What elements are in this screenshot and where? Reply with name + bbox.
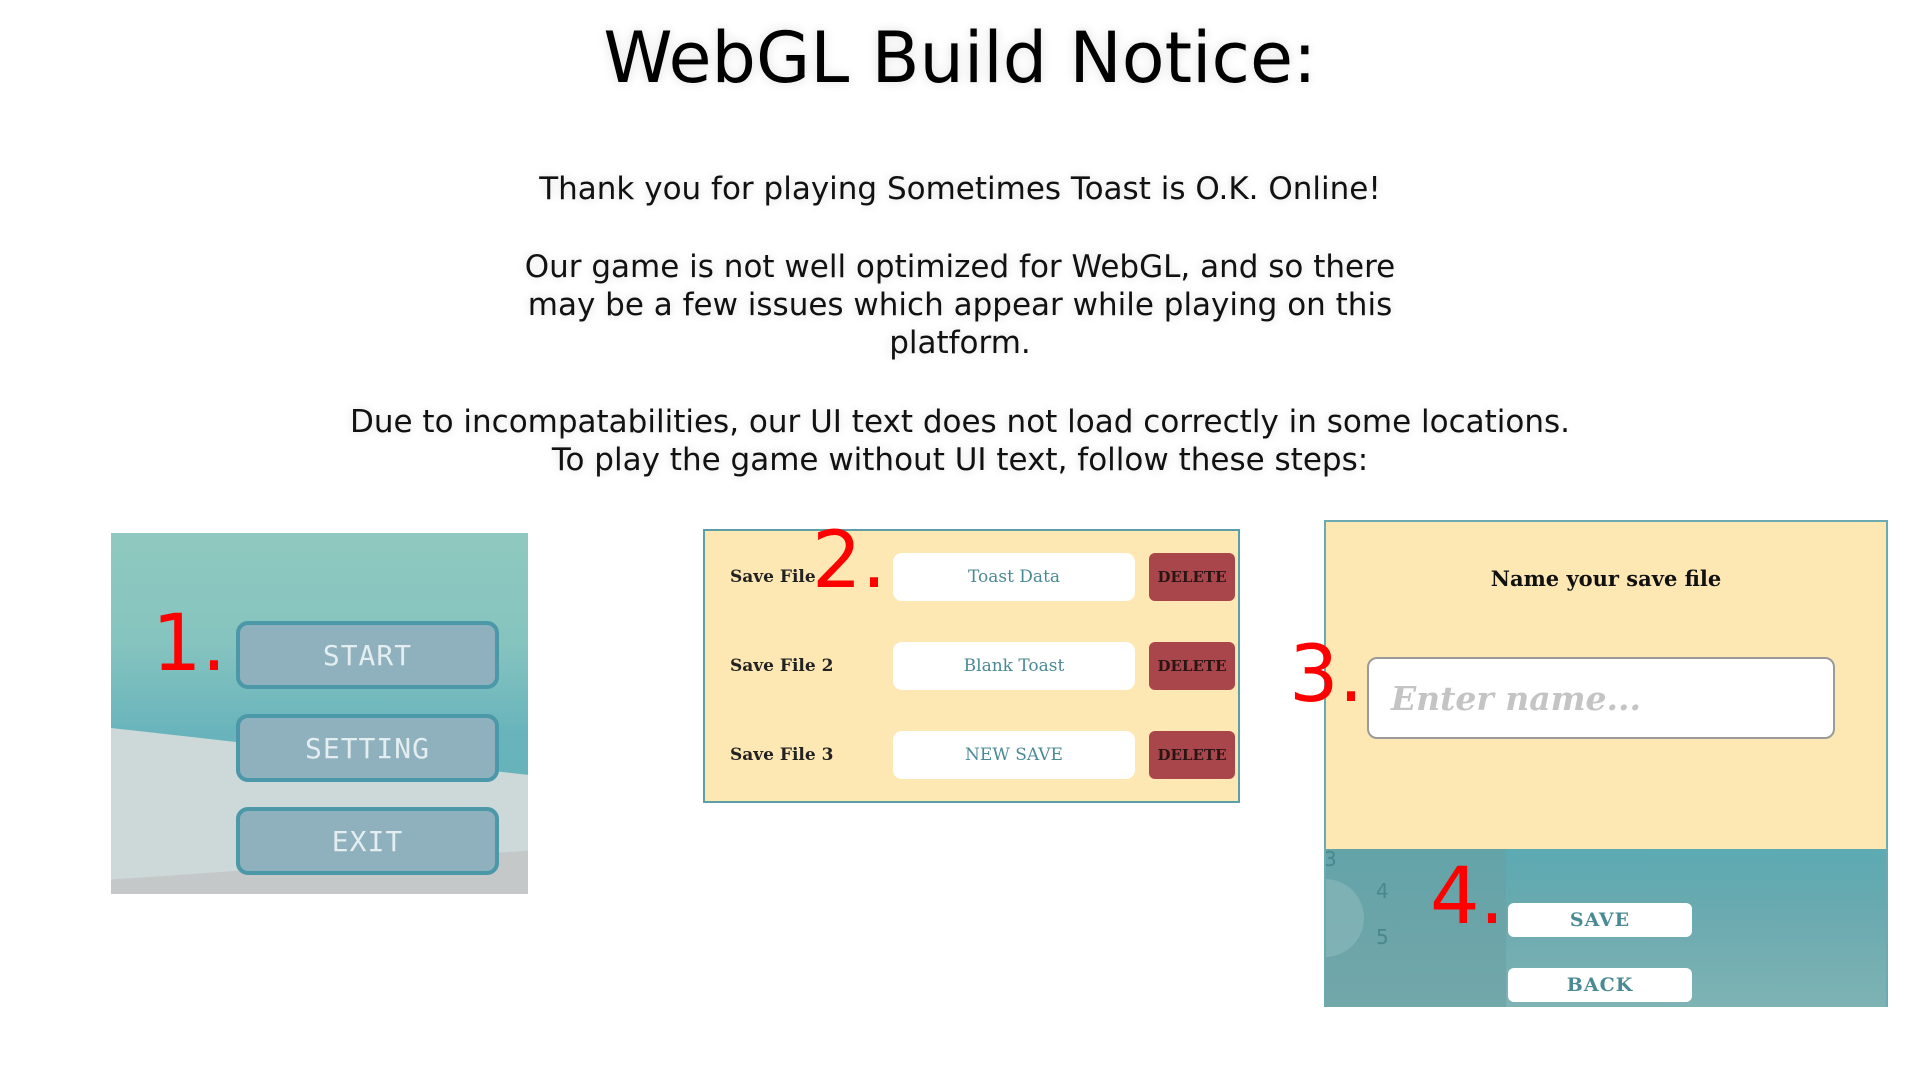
save-slot-button[interactable]: Blank Toast [893, 642, 1135, 690]
save-row: Save File 3 NEW SAVE DELETE [705, 731, 1238, 781]
save-slot-button[interactable]: Toast Data [893, 553, 1135, 601]
optimization-line: Our game is not well optimized for WebGL… [524, 249, 1396, 285]
step-number-1: 1. [152, 599, 227, 689]
background-digit: 3 [1324, 847, 1337, 871]
incompatibility-paragraph: Due to incompatabilities, our UI text do… [0, 403, 1920, 479]
notice-title: WebGL Build Notice: [603, 17, 1317, 99]
delete-button[interactable]: DELETE [1149, 731, 1235, 779]
step-number-4: 4. [1430, 852, 1505, 942]
exit-button[interactable]: EXIT [236, 807, 499, 875]
thanks-paragraph: Thank you for playing Sometimes Toast is… [539, 171, 1381, 207]
optimization-line: may be a few issues which appear while p… [527, 287, 1393, 323]
name-save-screenshot: Name your save file Enter name... 3 4 5 … [1324, 520, 1888, 1007]
main-menu-screenshot: START SETTING EXIT [111, 533, 528, 894]
optimization-paragraph: Our game is not well optimized for WebGL… [0, 248, 1920, 362]
step-number-2: 2. [812, 516, 887, 606]
name-dialog: Name your save file Enter name... [1326, 522, 1886, 849]
save-row: Save File 2 Blank Toast DELETE [705, 642, 1238, 692]
save-name-input[interactable]: Enter name... [1367, 657, 1835, 739]
back-button[interactable]: BACK [1508, 968, 1692, 1002]
save-files-screenshot: Save File Toast Data DELETE Save File 2 … [703, 529, 1240, 803]
save-file-label: Save File 2 [730, 656, 834, 676]
background-digit: 5 [1376, 925, 1389, 949]
delete-button[interactable]: DELETE [1149, 553, 1235, 601]
step-number-3: 3. [1289, 630, 1364, 720]
save-row: Save File Toast Data DELETE [705, 553, 1238, 603]
new-save-button[interactable]: NEW SAVE [893, 731, 1135, 779]
save-file-label: Save File [730, 567, 816, 587]
delete-button[interactable]: DELETE [1149, 642, 1235, 690]
incompatibility-line: To play the game without UI text, follow… [551, 442, 1369, 478]
optimization-line: platform. [889, 325, 1031, 361]
name-prompt-label: Name your save file [1490, 566, 1722, 591]
background-digit: 4 [1376, 879, 1389, 903]
incompatibility-line: Due to incompatabilities, our UI text do… [349, 404, 1571, 440]
save-file-label: Save File 3 [730, 745, 834, 765]
save-button[interactable]: SAVE [1508, 903, 1692, 937]
name-dialog-footer: 3 4 5 SAVE BACK [1324, 847, 1886, 1007]
start-button[interactable]: START [236, 621, 499, 689]
setting-button[interactable]: SETTING [236, 714, 499, 782]
